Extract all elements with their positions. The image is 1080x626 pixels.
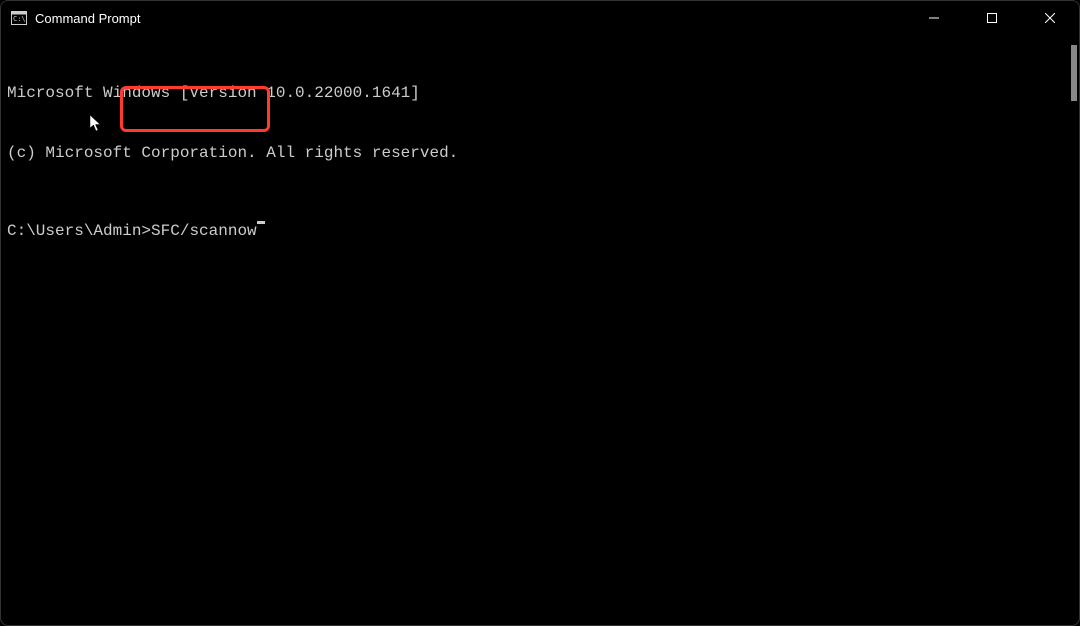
typed-command: SFC/scannow — [151, 221, 257, 241]
maximize-button[interactable] — [963, 1, 1021, 35]
prompt-line: C:\Users\Admin>SFC/scannow — [7, 221, 1073, 241]
text-cursor — [257, 221, 265, 224]
cmd-icon: C:\ — [11, 10, 27, 26]
terminal-area[interactable]: Microsoft Windows [Version 10.0.22000.16… — [1, 35, 1079, 289]
copyright-line: (c) Microsoft Corporation. All rights re… — [7, 143, 1073, 163]
close-button[interactable] — [1021, 1, 1079, 35]
command-prompt-window: C:\ Command Prompt Microsoft Windows [Ve… — [0, 0, 1080, 626]
svg-text:C:\: C:\ — [13, 15, 26, 23]
version-line: Microsoft Windows [Version 10.0.22000.16… — [7, 83, 1073, 103]
vertical-scrollbar[interactable] — [1071, 45, 1077, 101]
minimize-button[interactable] — [905, 1, 963, 35]
titlebar[interactable]: C:\ Command Prompt — [1, 1, 1079, 35]
prompt-path: C:\Users\Admin> — [7, 221, 151, 241]
window-title: Command Prompt — [35, 11, 905, 26]
window-controls — [905, 1, 1079, 35]
